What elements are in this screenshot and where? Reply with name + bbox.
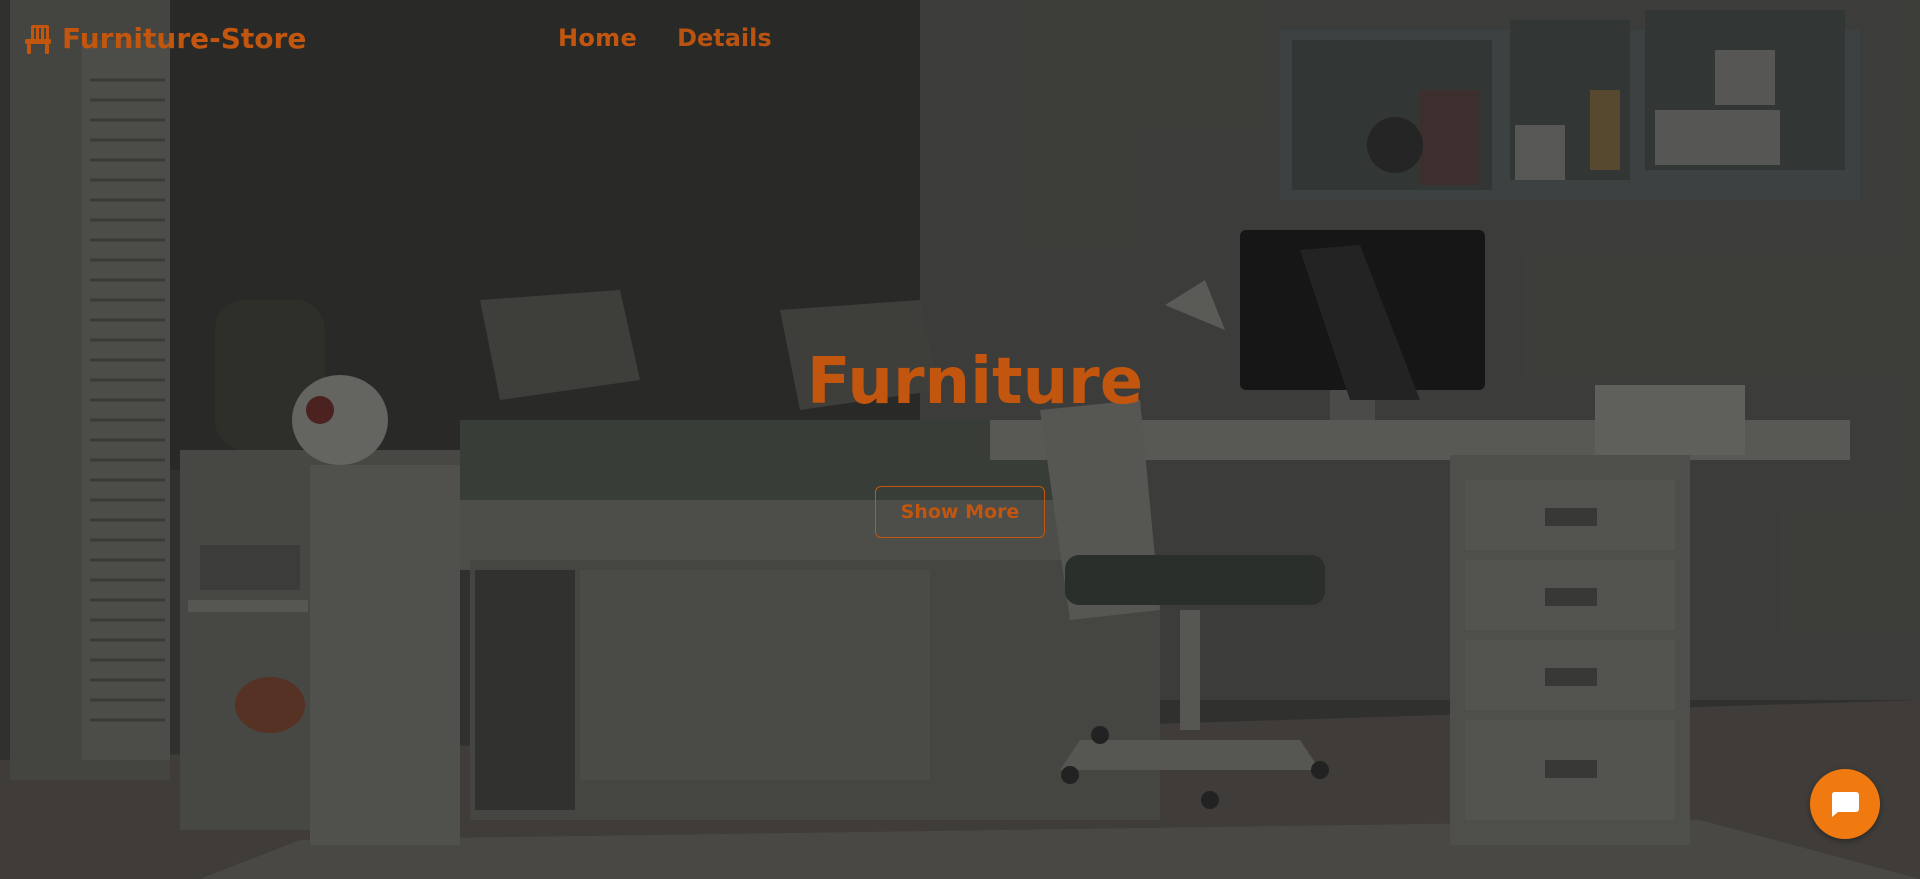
hero-section: Furniture-Store Home Details Furniture S… [0, 0, 1920, 879]
chat-bubble-icon [1831, 792, 1859, 817]
chat-button[interactable] [1810, 769, 1880, 839]
nav-link-home[interactable]: Home [558, 24, 637, 52]
chair-icon [25, 24, 51, 54]
navbar: Furniture-Store Home Details [0, 0, 1920, 80]
hero-dark-overlay [0, 0, 1920, 879]
brand-logo-link[interactable]: Furniture-Store [24, 22, 306, 55]
brand-name: Furniture-Store [62, 22, 307, 55]
nav-link-details[interactable]: Details [677, 24, 772, 52]
show-more-button[interactable]: Show More [875, 486, 1045, 538]
nav-links: Home Details [558, 24, 772, 52]
hero-title: Furniture [806, 345, 1144, 419]
